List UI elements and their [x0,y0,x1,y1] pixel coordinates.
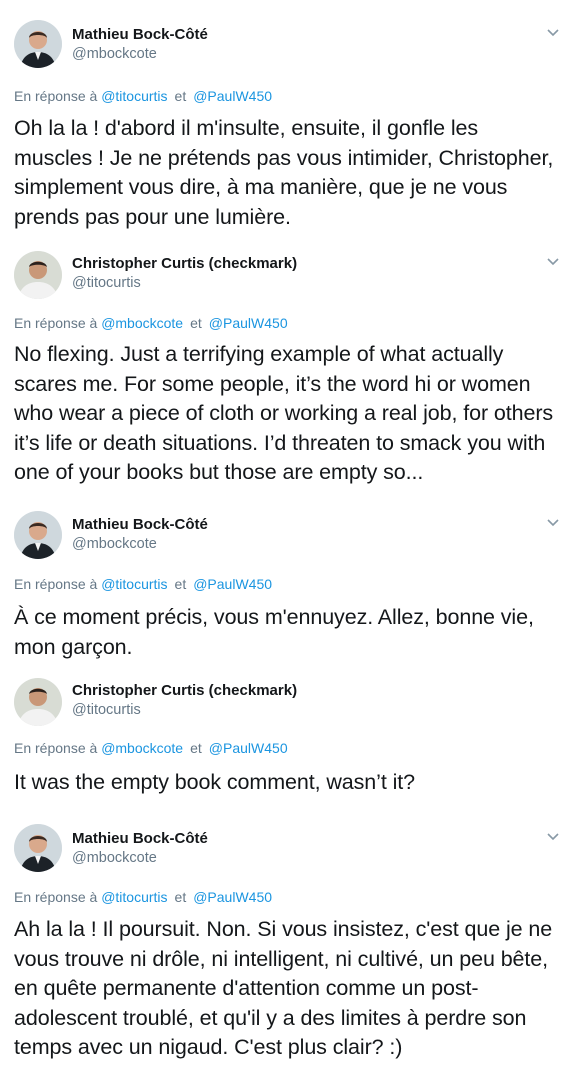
mention-link[interactable]: @PaulW450 [193,88,272,104]
reply-thread: Mathieu Bock-Côté @mbockcote En réponse … [0,0,574,1080]
mention-link[interactable]: @mbockcote [101,315,183,331]
reply-conj: et [190,740,202,756]
mention-link[interactable]: @PaulW450 [209,740,288,756]
user-handle[interactable]: @titocurtis [72,702,141,718]
reply-conj: et [174,889,187,905]
mention-link[interactable]: @PaulW450 [209,315,288,331]
reply-context: En réponse à @titocurtis et @PaulW450 [14,889,272,905]
display-name[interactable]: Christopher Curtis (checkmark) [72,682,297,699]
user-handle[interactable]: @mbockcote [72,46,157,62]
user-handle[interactable]: @mbockcote [72,850,157,866]
chevron-down-icon[interactable] [546,832,560,842]
tweet-text: It was the empty book comment, wasn’t it… [14,770,415,794]
reply-prefix: En réponse à [14,740,98,756]
avatar[interactable] [14,20,62,68]
user-photo-suit-icon [14,824,62,872]
reply-context: En réponse à @mbockcote et @PaulW450 [14,740,288,756]
avatar[interactable] [14,678,62,726]
tweet-text: No flexing. Just a terrifying example of… [14,342,554,484]
display-name[interactable]: Christopher Curtis (checkmark) [72,255,297,272]
reply-prefix: En réponse à [14,889,98,905]
tweet-text: Ah la la ! Il poursuit. Non. Si vous ins… [14,917,553,1059]
display-name[interactable]: Mathieu Bock-Côté [72,26,208,43]
mention-link[interactable]: @titocurtis [101,889,167,905]
tweet-text: À ce moment précis, vous m'ennuyez. Alle… [14,605,534,659]
user-photo-suit-icon [14,20,62,68]
chevron-down-icon[interactable] [546,257,560,267]
avatar[interactable] [14,824,62,872]
mention-link[interactable]: @titocurtis [101,88,167,104]
display-name[interactable]: Mathieu Bock-Côté [72,516,208,533]
mention-link[interactable]: @mbockcote [101,740,183,756]
user-photo-white-shirt-icon [14,678,62,726]
reply-conj: et [190,315,202,331]
user-photo-white-shirt-icon [14,251,62,299]
avatar[interactable] [14,251,62,299]
tweet-text: Oh la la ! d'abord il m'insulte, ensuite… [14,116,554,229]
reply-context: En réponse à @mbockcote et @PaulW450 [14,315,288,331]
reply-context: En réponse à @titocurtis et @PaulW450 [14,88,272,104]
display-name[interactable]: Mathieu Bock-Côté [72,830,208,847]
user-photo-suit-icon [14,511,62,559]
mention-link[interactable]: @PaulW450 [193,889,272,905]
reply-prefix: En réponse à [14,576,98,592]
reply-context: En réponse à @titocurtis et @PaulW450 [14,576,272,592]
avatar[interactable] [14,511,62,559]
user-handle[interactable]: @mbockcote [72,536,157,552]
chevron-down-icon[interactable] [546,518,560,528]
chevron-down-icon[interactable] [546,28,560,38]
reply-prefix: En réponse à [14,315,98,331]
mention-link[interactable]: @PaulW450 [193,576,272,592]
reply-conj: et [174,576,187,592]
reply-conj: et [174,88,187,104]
reply-prefix: En réponse à [14,88,98,104]
mention-link[interactable]: @titocurtis [101,576,167,592]
user-handle[interactable]: @titocurtis [72,275,141,291]
